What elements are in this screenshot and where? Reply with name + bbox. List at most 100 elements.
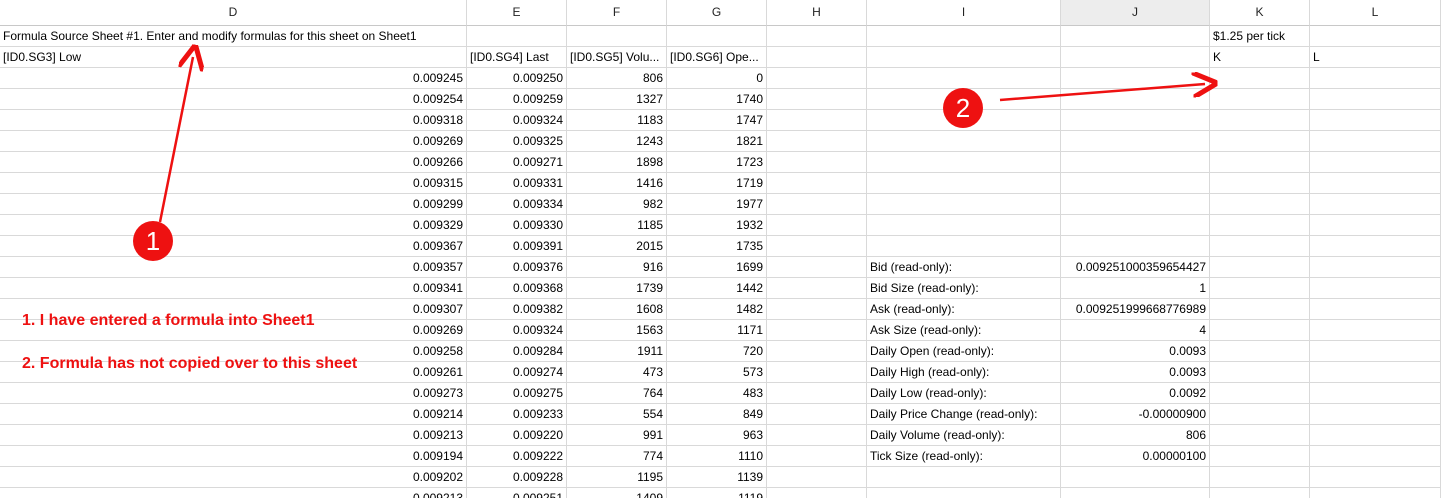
cell[interactable] — [1310, 299, 1441, 320]
volume-cell[interactable]: 916 — [567, 257, 667, 278]
low-cell[interactable]: 0.009299 — [0, 194, 467, 215]
cell[interactable] — [767, 404, 867, 425]
low-cell[interactable]: 0.009307 — [0, 299, 467, 320]
quote-label-cell[interactable]: Bid Size (read-only): — [867, 278, 1061, 299]
column-header-l[interactable]: L — [1310, 0, 1441, 26]
cell[interactable] — [1310, 320, 1441, 341]
cell[interactable] — [767, 425, 867, 446]
last-cell[interactable]: 0.009275 — [467, 383, 567, 404]
quote-value-cell[interactable]: 0.0093 — [1061, 362, 1210, 383]
open-cell[interactable]: 720 — [667, 341, 767, 362]
open-cell[interactable]: 1977 — [667, 194, 767, 215]
header-cell-volume[interactable]: [ID0.SG5] Volu... — [567, 47, 667, 68]
open-cell[interactable]: 1740 — [667, 89, 767, 110]
volume-cell[interactable]: 991 — [567, 425, 667, 446]
last-cell[interactable]: 0.009259 — [467, 89, 567, 110]
volume-cell[interactable]: 806 — [567, 68, 667, 89]
low-cell[interactable]: 0.009329 — [0, 215, 467, 236]
volume-cell[interactable]: 1608 — [567, 299, 667, 320]
quote-label-cell[interactable]: Bid (read-only): — [867, 257, 1061, 278]
volume-cell[interactable]: 1243 — [567, 131, 667, 152]
cell[interactable] — [1310, 194, 1441, 215]
volume-cell[interactable]: 982 — [567, 194, 667, 215]
cell[interactable] — [1310, 446, 1441, 467]
cell[interactable] — [1210, 68, 1310, 89]
cell[interactable] — [467, 26, 567, 47]
volume-cell[interactable]: 1185 — [567, 215, 667, 236]
column-header-f[interactable]: F — [567, 0, 667, 26]
cell[interactable] — [1210, 383, 1310, 404]
cell[interactable] — [1210, 488, 1310, 498]
quote-value-cell[interactable]: 806 — [1061, 425, 1210, 446]
open-cell[interactable]: 1719 — [667, 173, 767, 194]
low-cell[interactable]: 0.009245 — [0, 68, 467, 89]
low-cell[interactable]: 0.009202 — [0, 467, 467, 488]
cell[interactable] — [767, 215, 867, 236]
cell[interactable] — [1210, 320, 1310, 341]
cell[interactable] — [1310, 488, 1441, 498]
quote-label-cell[interactable]: Daily Low (read-only): — [867, 383, 1061, 404]
quote-label-cell[interactable] — [867, 236, 1061, 257]
quote-value-cell[interactable]: 0.009251999668776989 — [1061, 299, 1210, 320]
cell[interactable] — [1310, 236, 1441, 257]
open-cell[interactable]: 1442 — [667, 278, 767, 299]
cell[interactable] — [1310, 89, 1441, 110]
quote-label-cell[interactable] — [867, 467, 1061, 488]
cell[interactable] — [1210, 257, 1310, 278]
volume-cell[interactable]: 774 — [567, 446, 667, 467]
cell[interactable] — [767, 173, 867, 194]
cell[interactable] — [1210, 278, 1310, 299]
cell[interactable] — [767, 383, 867, 404]
cell[interactable] — [1210, 341, 1310, 362]
open-cell[interactable]: 1932 — [667, 215, 767, 236]
open-cell[interactable]: 573 — [667, 362, 767, 383]
cell[interactable] — [1210, 215, 1310, 236]
quote-label-cell[interactable]: Daily Price Change (read-only): — [867, 404, 1061, 425]
low-cell[interactable]: 0.009367 — [0, 236, 467, 257]
cell[interactable] — [1061, 26, 1210, 47]
low-cell[interactable]: 0.009214 — [0, 404, 467, 425]
cell[interactable] — [767, 110, 867, 131]
quote-value-cell[interactable]: -0.00000900 — [1061, 404, 1210, 425]
quote-value-cell[interactable] — [1061, 194, 1210, 215]
quote-value-cell[interactable] — [1061, 488, 1210, 498]
cell[interactable] — [767, 68, 867, 89]
last-cell[interactable]: 0.009382 — [467, 299, 567, 320]
cell[interactable] — [1310, 425, 1441, 446]
cell[interactable] — [1210, 194, 1310, 215]
last-cell[interactable]: 0.009271 — [467, 152, 567, 173]
open-cell[interactable]: 1747 — [667, 110, 767, 131]
column-header-g[interactable]: G — [667, 0, 767, 26]
volume-cell[interactable]: 554 — [567, 404, 667, 425]
low-cell[interactable]: 0.009213 — [0, 488, 467, 498]
quote-label-cell[interactable]: Tick Size (read-only): — [867, 446, 1061, 467]
quote-value-cell[interactable] — [1061, 467, 1210, 488]
low-cell[interactable]: 0.009273 — [0, 383, 467, 404]
open-cell[interactable]: 1110 — [667, 446, 767, 467]
volume-cell[interactable]: 1327 — [567, 89, 667, 110]
volume-cell[interactable]: 764 — [567, 383, 667, 404]
last-cell[interactable]: 0.009325 — [467, 131, 567, 152]
last-cell[interactable]: 0.009284 — [467, 341, 567, 362]
cell[interactable] — [1310, 341, 1441, 362]
cell[interactable] — [1210, 425, 1310, 446]
header-cell-last[interactable]: [ID0.SG4] Last — [467, 47, 567, 68]
last-cell[interactable]: 0.009251 — [467, 488, 567, 498]
last-cell[interactable]: 0.009368 — [467, 278, 567, 299]
quote-label-cell[interactable] — [867, 68, 1061, 89]
quote-value-cell[interactable] — [1061, 152, 1210, 173]
open-cell[interactable]: 0 — [667, 68, 767, 89]
volume-cell[interactable]: 1409 — [567, 488, 667, 498]
cell[interactable] — [767, 47, 867, 68]
low-cell[interactable]: 0.009258 — [0, 341, 467, 362]
cell[interactable] — [1310, 383, 1441, 404]
quote-value-cell[interactable] — [1061, 173, 1210, 194]
cell[interactable] — [867, 26, 1061, 47]
quote-label-cell[interactable] — [867, 131, 1061, 152]
last-cell[interactable]: 0.009331 — [467, 173, 567, 194]
last-cell[interactable]: 0.009334 — [467, 194, 567, 215]
cell[interactable] — [1210, 404, 1310, 425]
quote-label-cell[interactable]: Daily Volume (read-only): — [867, 425, 1061, 446]
volume-cell[interactable]: 1183 — [567, 110, 667, 131]
cell[interactable] — [767, 278, 867, 299]
